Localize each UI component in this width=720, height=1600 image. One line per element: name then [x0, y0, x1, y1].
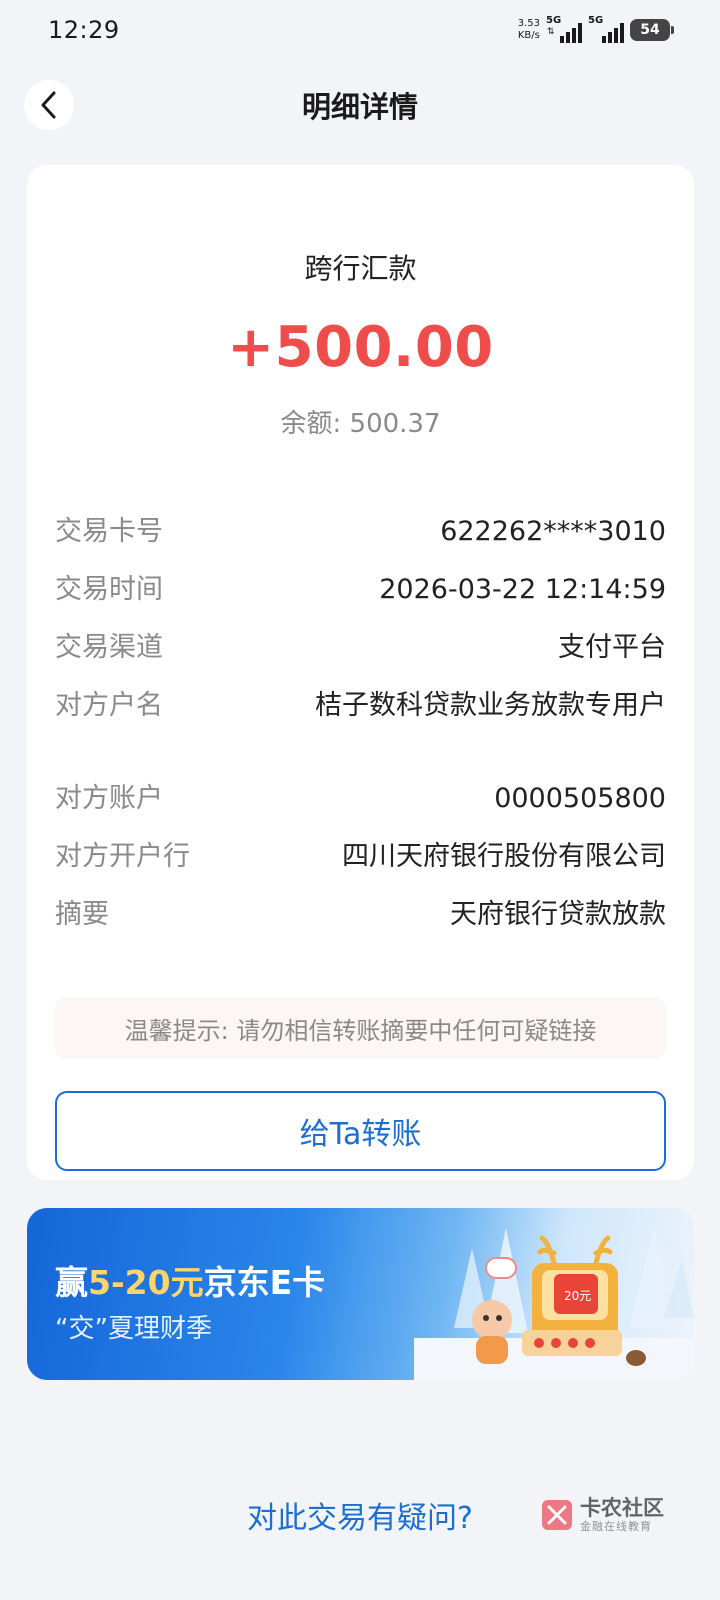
detail-row-counterparty-account: 对方账户 0000505800	[55, 781, 666, 817]
detail-label: 对方账户	[55, 783, 163, 814]
detail-row-card-number: 交易卡号 622262****3010	[55, 514, 666, 550]
promo-title: 赢5-20元京东E卡	[55, 1263, 326, 1302]
network-speed-unit: KB/s	[517, 30, 540, 41]
status-time: 12:29	[48, 16, 120, 44]
detail-value: 0000505800	[494, 783, 666, 814]
detail-value: 桔子数科贷款业务放款专用户	[315, 690, 666, 721]
detail-row-counterparty-name: 对方户名 桔子数科贷款业务放款专用户	[55, 688, 666, 724]
promo-subtitle: “交”夏理财季	[55, 1314, 212, 1344]
watermark-sub: 金融在线教育	[580, 1520, 652, 1533]
balance-text: 余额: 500.37	[280, 409, 441, 439]
detail-value: 四川天府银行股份有限公司	[342, 841, 666, 872]
network-speed: 3.53 KB/s	[518, 18, 540, 42]
status-bar: 12:29 3.53 KB/s 5G ⇅ 5G 54	[0, 0, 720, 62]
detail-row-memo: 摘要 天府银行贷款放款	[55, 897, 666, 933]
detail-row-counterparty-bank: 对方开户行 四川天府银行股份有限公司	[55, 839, 666, 875]
cellular-signal-icon: 5G ⇅	[546, 15, 582, 43]
transfer-to-ta-button[interactable]: 给Ta转账	[55, 1091, 666, 1171]
network-speed-value: 3.53	[517, 18, 540, 29]
kanong-logo-icon	[542, 1500, 572, 1530]
detail-value: 支付平台	[558, 632, 666, 663]
detail-label: 交易渠道	[55, 632, 163, 663]
cellular-signal-icon-2: 5G	[588, 15, 624, 43]
status-icons: 3.53 KB/s 5G ⇅ 5G 54	[518, 15, 674, 44]
detail-label: 对方户名	[55, 690, 163, 721]
detail-value: 622262****3010	[440, 516, 666, 547]
page-title: 明细详情	[301, 90, 418, 124]
battery-icon: 54	[630, 19, 674, 41]
watermark: 卡农社区 金融在线教育	[540, 1496, 664, 1534]
promo-banner[interactable]: 赢5-20元京东E卡 “交”夏理财季 20元	[27, 1208, 694, 1380]
detail-row-time: 交易时间 2026-03-22 12:14:59	[55, 572, 666, 608]
promo-illustration: 20元	[414, 1226, 694, 1380]
transaction-amount: +500.00	[227, 315, 494, 380]
warning-tip: 温馨提示: 请勿相信转账摘要中任何可疑链接	[55, 997, 666, 1059]
transaction-detail-card: 跨行汇款 +500.00 余额: 500.37 交易卡号 622262****3…	[27, 165, 694, 1180]
detail-label: 对方开户行	[55, 841, 190, 872]
detail-label: 交易卡号	[55, 516, 163, 547]
detail-row-channel: 交易渠道 支付平台	[55, 630, 666, 666]
detail-label: 交易时间	[55, 574, 163, 605]
detail-label: 摘要	[55, 899, 109, 930]
detail-value: 2026-03-22 12:14:59	[379, 574, 666, 605]
promo-badge: 20元	[564, 1289, 591, 1303]
promo-title-highlight: 5-20元	[88, 1263, 204, 1302]
transaction-type: 跨行汇款	[304, 252, 417, 285]
watermark-main: 卡农社区	[580, 1496, 664, 1520]
detail-value: 天府银行贷款放款	[450, 899, 666, 930]
